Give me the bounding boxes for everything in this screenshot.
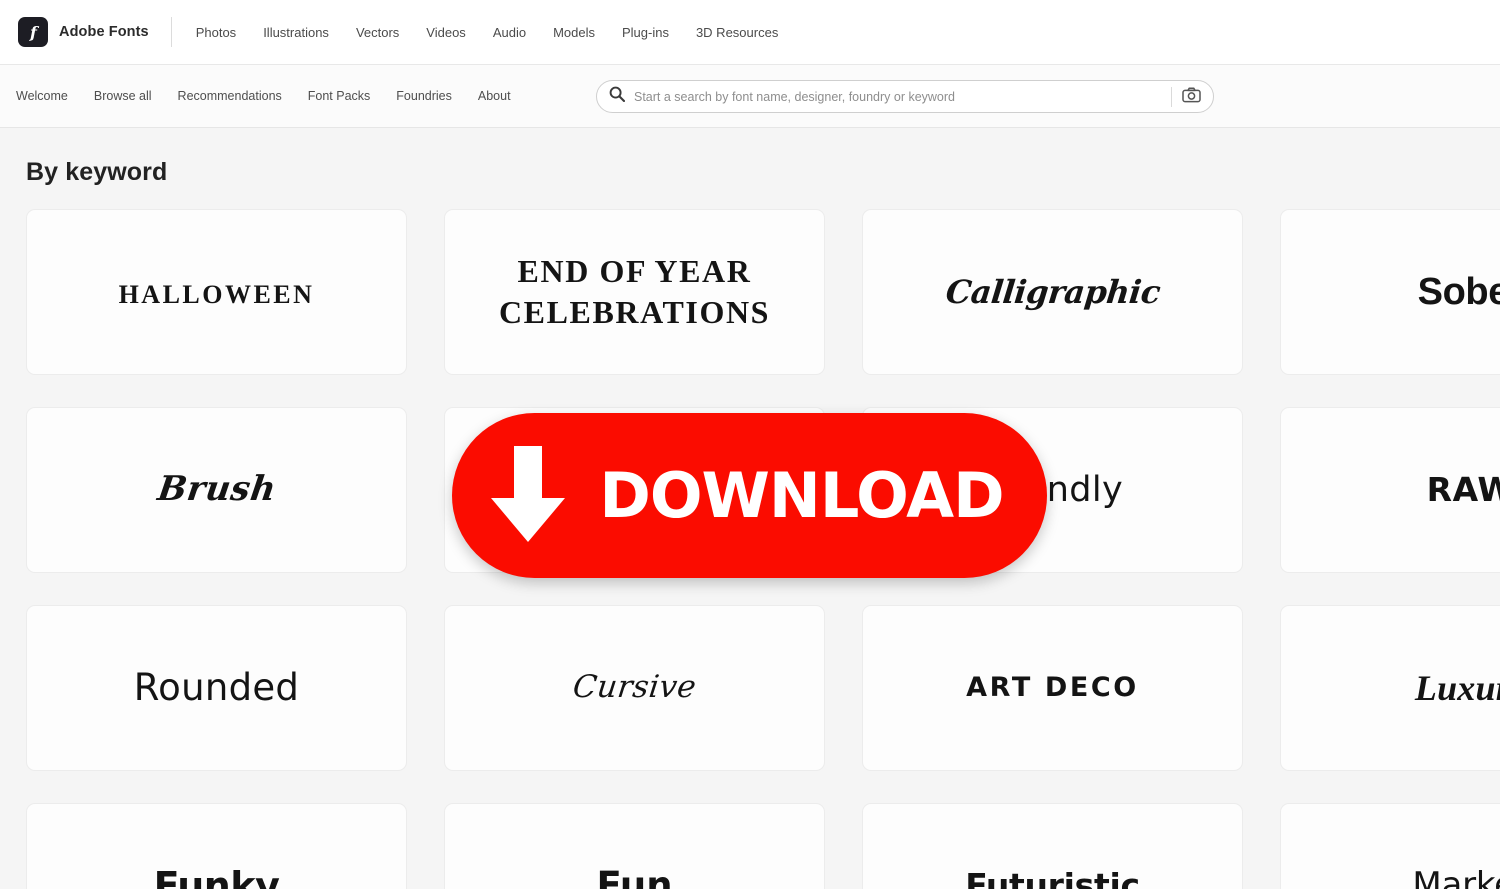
download-arrow-icon (485, 442, 571, 549)
brand-name: Adobe Fonts (59, 24, 149, 40)
keyword-label: Marker (1412, 865, 1500, 889)
adobe-fonts-logo-icon: f (18, 17, 48, 47)
keyword-label: Raw (1426, 469, 1500, 509)
brand-logo[interactable]: f Adobe Fonts (18, 17, 171, 47)
subnav-item-browse-all[interactable]: Browse all (94, 89, 152, 103)
topnav-item-audio[interactable]: Audio (493, 25, 526, 40)
keyword-card-end-of-year-celebrations[interactable]: End of year celebrations (444, 209, 825, 375)
keyword-card-halloween[interactable]: Halloween (26, 209, 407, 375)
keyword-label: Calligraphic (943, 272, 1162, 311)
keyword-label: Halloween (118, 271, 315, 313)
keyword-label: Brush (154, 469, 279, 510)
keyword-card-luxury[interactable]: Luxury (1280, 605, 1500, 771)
topnav-item-plugins[interactable]: Plug-ins (622, 25, 669, 40)
keyword-card-brush[interactable]: Brush (26, 407, 407, 573)
header-divider (170, 17, 172, 47)
subnav-item-recommendations[interactable]: Recommendations (178, 89, 282, 103)
keyword-label: Art Deco (966, 671, 1139, 703)
download-button-label: DOWNLOAD (599, 458, 1004, 532)
topnav-item-photos[interactable]: Photos (196, 25, 236, 40)
topnav-item-illustrations[interactable]: Illustrations (263, 25, 329, 40)
search-box[interactable] (596, 80, 1214, 113)
top-navigation-bar: f Adobe Fonts Photos Illustrations Vecto… (0, 0, 1500, 65)
keyword-card-marker[interactable]: Marker (1280, 803, 1500, 889)
keyword-card-art-deco[interactable]: Art Deco (862, 605, 1243, 771)
search-icon (609, 86, 626, 107)
topnav-item-models[interactable]: Models (553, 25, 595, 40)
keyword-card-raw[interactable]: Raw (1280, 407, 1500, 573)
product-nav: Photos Illustrations Vectors Videos Audi… (196, 25, 779, 40)
subnav-item-welcome[interactable]: Welcome (16, 89, 68, 103)
keyword-card-calligraphic[interactable]: Calligraphic (862, 209, 1243, 375)
keyword-card-sober[interactable]: Sober (1280, 209, 1500, 375)
search-input[interactable] (634, 81, 1167, 112)
keyword-card-fun[interactable]: Fun (444, 803, 825, 889)
topnav-item-videos[interactable]: Videos (426, 25, 466, 40)
keyword-label: Futuristic (965, 865, 1140, 889)
subnav-item-font-packs[interactable]: Font Packs (308, 89, 371, 103)
subnav-item-foundries[interactable]: Foundries (396, 89, 452, 103)
topnav-item-vectors[interactable]: Vectors (356, 25, 399, 40)
keyword-card-futuristic[interactable]: Futuristic (862, 803, 1243, 889)
topnav-item-3d-resources[interactable]: 3D Resources (696, 25, 778, 40)
keyword-card-rounded[interactable]: Rounded (26, 605, 407, 771)
search-bar (596, 80, 1214, 113)
keyword-label: Fun (596, 864, 673, 889)
visual-search-button[interactable] (1179, 85, 1203, 109)
svg-text:f: f (29, 23, 40, 42)
keyword-label: Rounded (133, 666, 300, 710)
keyword-label: Luxury (1414, 667, 1500, 708)
search-divider (1171, 86, 1172, 107)
keyword-label: Sober (1417, 270, 1500, 313)
fonts-section-nav: Welcome Browse all Recommendations Font … (16, 89, 511, 103)
page-title: By keyword (26, 158, 168, 186)
subnav-item-about[interactable]: About (478, 89, 511, 103)
keyword-card-cursive[interactable]: Cursive (444, 605, 825, 771)
download-button[interactable]: DOWNLOAD (452, 413, 1047, 578)
keyword-label: Funky (153, 863, 280, 889)
keyword-card-funky[interactable]: Funky (26, 803, 407, 889)
keyword-label: End of year celebrations (498, 253, 771, 330)
keyword-label: Cursive (570, 669, 699, 706)
camera-icon (1181, 87, 1201, 106)
